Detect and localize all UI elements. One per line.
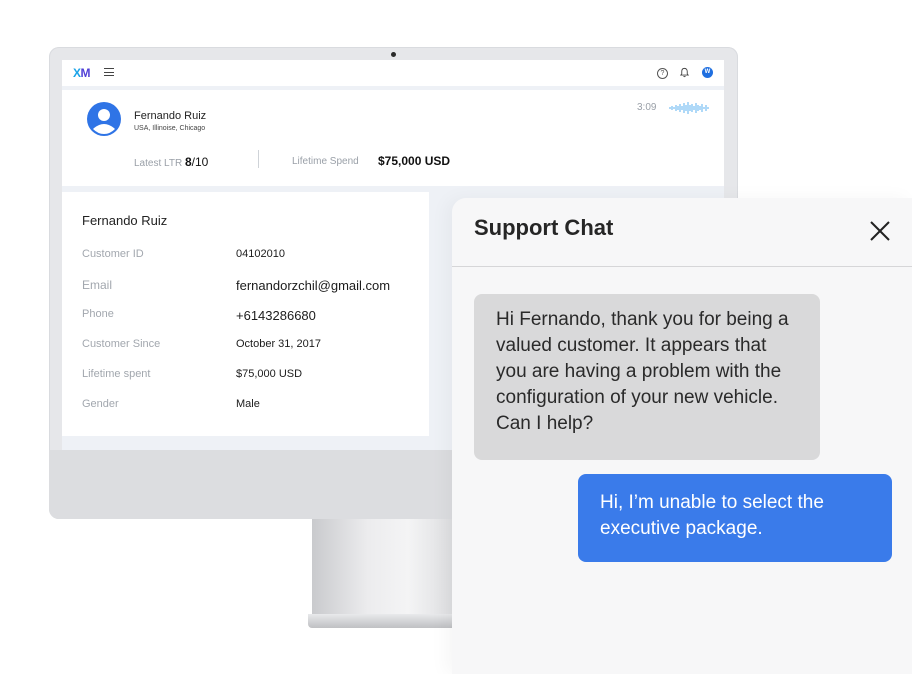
lifetime-spent-value: $75,000 USD bbox=[236, 368, 303, 380]
monitor-stand bbox=[312, 519, 472, 619]
latest-ltr-label: Latest LTR bbox=[134, 158, 183, 169]
gender-value: Male bbox=[236, 398, 260, 410]
email-value[interactable]: fernandorzchil@gmail.com bbox=[236, 278, 390, 293]
app-logo[interactable]: XM bbox=[73, 66, 90, 80]
top-bar: XM ? W bbox=[62, 60, 724, 86]
monitor-stand-foot bbox=[308, 614, 476, 628]
customer-id-value: 04102010 bbox=[236, 248, 285, 260]
help-icon[interactable]: ? bbox=[657, 68, 668, 79]
latest-ltr: Latest LTR 8/10 bbox=[134, 155, 208, 169]
gender-label: Gender bbox=[82, 398, 119, 410]
latest-ltr-value: 8 bbox=[184, 155, 192, 169]
phone-value[interactable]: +6143286680 bbox=[236, 308, 316, 323]
header-divider bbox=[258, 150, 259, 168]
lifetime-spend-label: Lifetime Spend bbox=[292, 156, 359, 167]
menu-icon[interactable] bbox=[104, 68, 114, 76]
agent-message: Hi Fernando, thank you for being a value… bbox=[474, 294, 820, 460]
camera-dot bbox=[391, 52, 396, 57]
customer-since-value: October 31, 2017 bbox=[236, 338, 322, 350]
latest-ltr-denominator: /10 bbox=[191, 155, 209, 169]
customer-header-card: Fernando Ruiz USA, Illinoise, Chicago 3:… bbox=[62, 90, 724, 186]
audio-wave-icon bbox=[669, 102, 709, 114]
chat-header: Support Chat bbox=[452, 198, 912, 267]
bell-icon[interactable] bbox=[679, 67, 690, 78]
chat-title: Support Chat bbox=[474, 215, 614, 240]
customer-detail-card: Fernando Ruiz Customer ID 04102010 Email… bbox=[62, 192, 429, 436]
detail-title: Fernando Ruiz bbox=[82, 213, 168, 228]
user-avatar-icon[interactable]: W bbox=[702, 67, 713, 78]
support-chat-panel: Support Chat Hi Fernando, thank you for … bbox=[452, 198, 912, 674]
logo-m: M bbox=[80, 66, 91, 80]
lifetime-spent-label: Lifetime spent bbox=[82, 368, 151, 380]
close-icon[interactable] bbox=[868, 219, 892, 243]
customer-message: Hi, I’m unable to select the executive p… bbox=[578, 474, 892, 562]
call-timer: 3:09 bbox=[637, 102, 657, 113]
customer-name: Fernando Ruiz bbox=[134, 110, 207, 122]
customer-location: USA, Illinoise, Chicago bbox=[134, 125, 206, 132]
logo-x: X bbox=[73, 66, 81, 80]
lifetime-spend-value: $75,000 USD bbox=[378, 154, 451, 168]
customer-avatar-icon bbox=[87, 102, 121, 136]
customer-since-label: Customer Since bbox=[82, 338, 161, 350]
email-label: Email bbox=[82, 278, 113, 292]
customer-id-label: Customer ID bbox=[82, 248, 144, 260]
phone-label: Phone bbox=[82, 308, 114, 320]
